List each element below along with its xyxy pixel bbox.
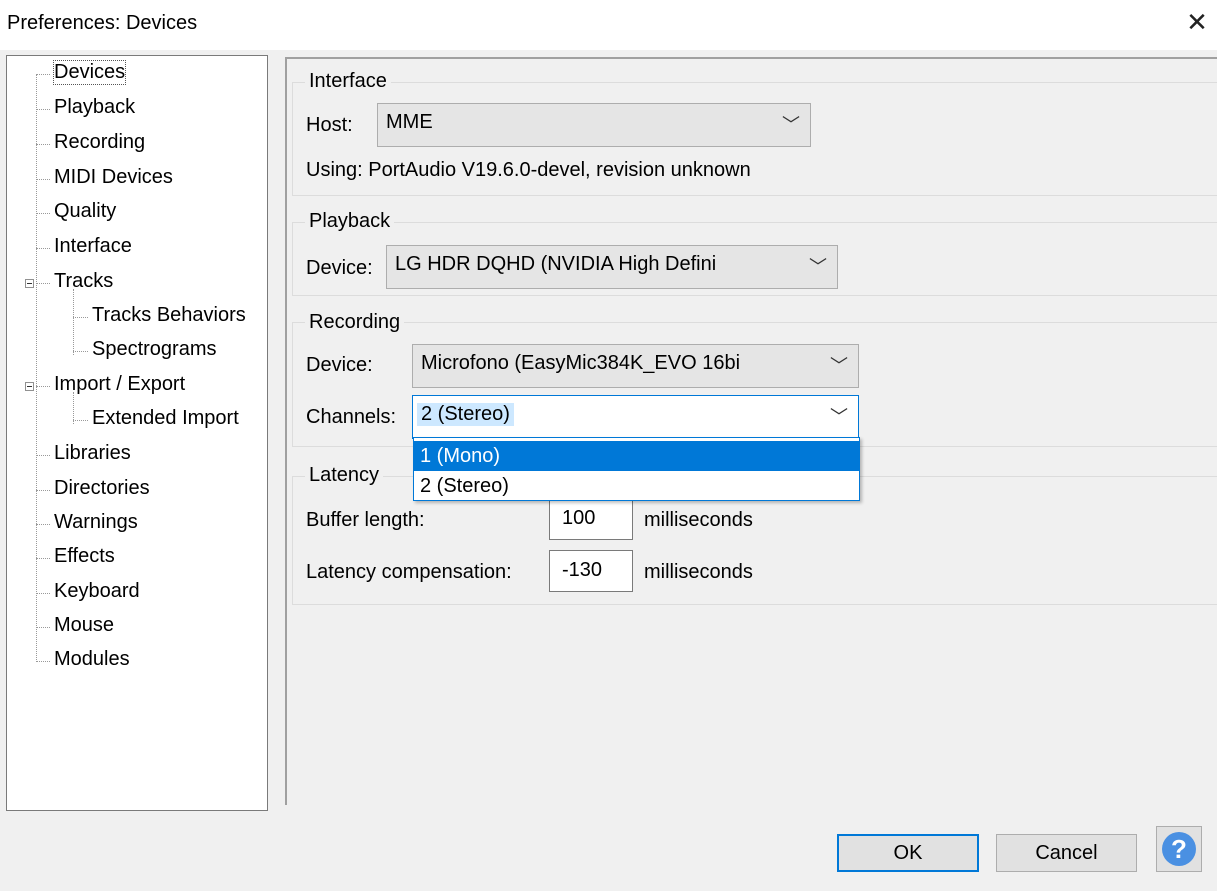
collapse-icon[interactable]	[25, 382, 34, 391]
ok-button[interactable]: OK	[837, 834, 979, 872]
latency-compensation-value: -130	[562, 559, 603, 581]
host-select[interactable]: MME ﹀	[377, 103, 811, 147]
recording-device-select[interactable]: Microfono (EasyMic384K_EVO 16bi ﹀	[412, 344, 859, 388]
playback-group-title: Playback	[305, 210, 395, 233]
playback-device-label: Device:	[306, 257, 373, 279]
playback-device-value: LG HDR DQHD (NVIDIA High Defini	[395, 253, 717, 275]
latency-compensation-label: Latency compensation:	[306, 561, 512, 583]
chevron-down-icon: ﹀	[830, 356, 848, 376]
channels-option-mono[interactable]: 1 (Mono)	[414, 441, 859, 471]
buffer-length-unit: milliseconds	[644, 509, 753, 531]
playback-device-select[interactable]: LG HDR DQHD (NVIDIA High Defini ﹀	[386, 245, 838, 289]
help-button[interactable]: ?	[1156, 826, 1202, 872]
channels-label: Channels:	[306, 406, 397, 428]
window-title: Preferences: Devices	[7, 12, 198, 34]
tree-guide-line	[73, 289, 74, 355]
latency-compensation-unit: milliseconds	[644, 561, 753, 583]
channels-value: 2 (Stereo)	[417, 403, 514, 426]
cancel-button[interactable]: Cancel	[996, 834, 1137, 872]
latency-compensation-input[interactable]: -130	[549, 550, 633, 592]
help-icon: ?	[1162, 832, 1196, 866]
host-value: MME	[386, 111, 433, 133]
tree-guide-line	[36, 74, 37, 660]
recording-device-label: Device:	[306, 354, 373, 376]
chevron-down-icon: ﹀	[830, 407, 848, 427]
buffer-length-label: Buffer length:	[306, 509, 425, 531]
recording-device-value: Microfono (EasyMic384K_EVO 16bi	[421, 352, 741, 374]
collapse-icon[interactable]	[25, 279, 34, 288]
buffer-length-input[interactable]: 100	[549, 498, 633, 540]
channels-option-stereo[interactable]: 2 (Stereo)	[414, 471, 859, 501]
category-tree: Devices Playback Recording MIDI Devices …	[6, 55, 268, 811]
chevron-down-icon: ﹀	[809, 257, 827, 277]
buffer-length-value: 100	[562, 507, 596, 529]
title-bar: Preferences: Devices ✕	[0, 0, 1217, 50]
channels-dropdown-list: 1 (Mono) 2 (Stereo)	[413, 437, 860, 501]
interface-group-title: Interface	[305, 70, 391, 93]
chevron-down-icon: ﹀	[782, 115, 800, 135]
host-label: Host:	[306, 114, 353, 136]
latency-group-title: Latency	[305, 464, 384, 487]
recording-group-title: Recording	[305, 311, 405, 334]
portaudio-info: Using: PortAudio V19.6.0-devel, revision…	[306, 159, 751, 181]
close-icon[interactable]: ✕	[1183, 8, 1211, 36]
channels-select[interactable]: 2 (Stereo) ﹀	[412, 395, 859, 439]
